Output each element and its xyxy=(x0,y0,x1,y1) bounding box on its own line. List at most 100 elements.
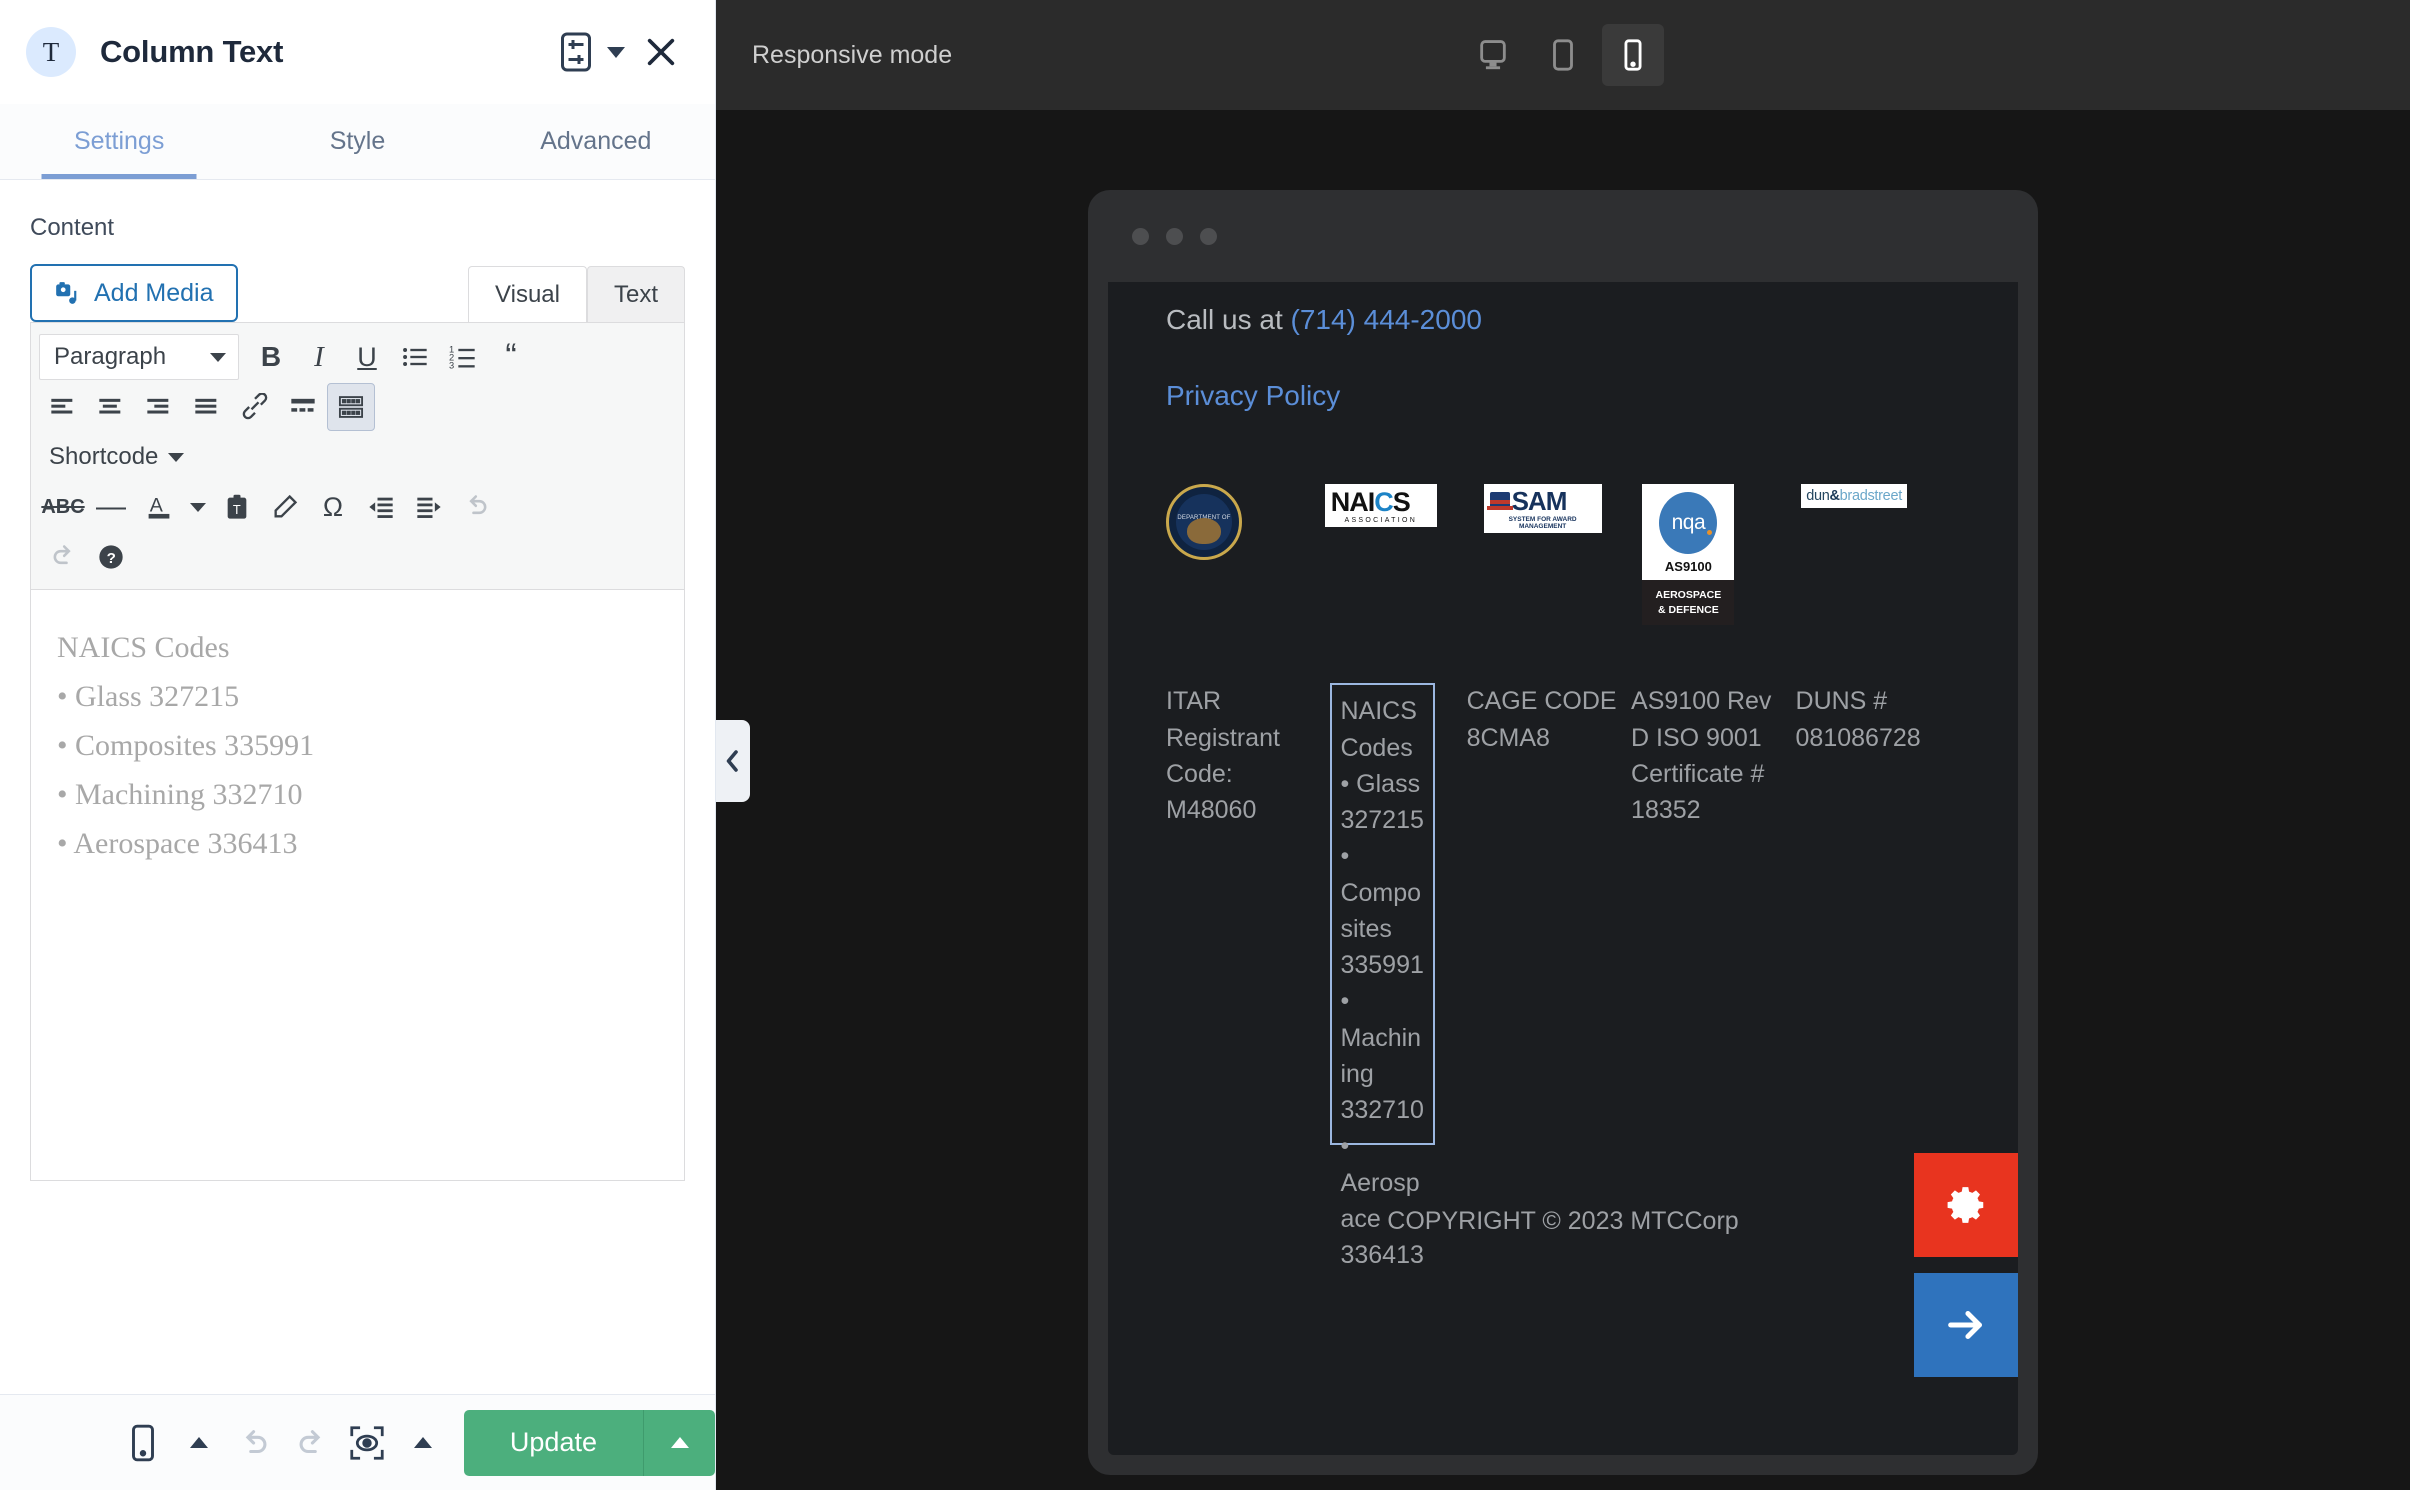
next-arrow-fab[interactable] xyxy=(1914,1273,2018,1377)
window-dot xyxy=(1132,227,1149,245)
naics-column[interactable]: NAICS Codes • Glass 327215 • Composites … xyxy=(1330,683,1435,1269)
close-icon[interactable] xyxy=(633,29,689,75)
panel-header: T Column Text xyxy=(0,0,715,104)
numbered-list-icon[interactable]: 123 xyxy=(439,333,487,381)
sam-wordmark: SAM xyxy=(1511,486,1568,516)
editor-list-item: • Glass 327215 xyxy=(57,679,240,713)
bold-icon[interactable]: B xyxy=(247,333,295,381)
site-viewport[interactable]: ​ Call us at (714) 444-2000 Privacy Poli… xyxy=(1108,282,2018,1455)
responsive-mode-bar: Responsive mode xyxy=(716,0,2410,110)
editor-list-item: • Machining 332710 xyxy=(57,777,303,811)
naics-wordmark: NAICS xyxy=(1330,487,1411,517)
logo-cell: dun&bradstreet xyxy=(1801,484,1960,508)
toolbar-row-2 xyxy=(39,383,676,431)
footer-columns: ITAR Registrant Code: M48060 NAICS Codes… xyxy=(1166,683,1960,1269)
paste-as-text-icon[interactable]: T xyxy=(213,483,261,531)
copyright-text: COPYRIGHT © 2023 MTCCorp xyxy=(1387,1207,1739,1236)
keyboard-shortcuts-icon[interactable]: ? xyxy=(87,533,135,581)
paragraph-format-select[interactable]: Paragraph xyxy=(39,334,239,380)
horizontal-rule-icon[interactable]: — xyxy=(87,483,135,531)
sam-sub: SYSTEM FOR AWARD MANAGEMENT xyxy=(1508,516,1577,530)
tab-advanced[interactable]: Advanced xyxy=(477,104,715,179)
editor-content-area[interactable]: NAICS Codes • Glass 327215 • Composites … xyxy=(31,590,684,1180)
window-dot xyxy=(1166,227,1183,245)
call-us-line: Call us at (714) 444-2000 xyxy=(1166,282,1960,336)
editor-list-item: • Aerospace 336413 xyxy=(57,826,298,860)
text-color-chevron-icon[interactable] xyxy=(183,483,213,531)
media-row: Add Media Visual Text xyxy=(30,264,685,322)
redo-icon[interactable] xyxy=(286,1415,336,1471)
text-color-icon[interactable]: A xyxy=(135,483,183,531)
nqa-sector-line2: & DEFENCE xyxy=(1658,603,1719,616)
device-frame: ​ Call us at (714) 444-2000 Privacy Poli… xyxy=(1088,190,2038,1475)
undo-icon[interactable] xyxy=(230,1415,280,1471)
toolbar-row-1: Paragraph B I U 123 “ xyxy=(39,333,676,381)
align-left-icon[interactable] xyxy=(39,383,87,431)
update-options-chevron-icon[interactable] xyxy=(643,1409,715,1476)
underline-icon[interactable]: U xyxy=(343,333,391,381)
svg-text:3: 3 xyxy=(449,361,454,371)
align-right-icon[interactable] xyxy=(135,383,183,431)
update-button[interactable]: Update xyxy=(463,1409,643,1476)
builder-app: T Column Text Settings Style Advanced Co… xyxy=(0,0,2410,1490)
panel-body: Content Add Media Visual Text Paragraph … xyxy=(0,180,715,1394)
text-type-icon: T xyxy=(42,36,60,67)
shortcode-select[interactable]: Shortcode xyxy=(39,433,194,481)
chevron-down-icon[interactable] xyxy=(599,32,633,72)
strikethrough-icon[interactable]: ABC xyxy=(39,483,87,531)
device-chevron-up-icon[interactable] xyxy=(174,1415,224,1471)
settings-gear-fab[interactable] xyxy=(1914,1153,2018,1257)
itar-column[interactable]: ITAR Registrant Code: M48060 xyxy=(1166,683,1330,1145)
mobile-icon[interactable] xyxy=(1602,24,1664,86)
outdent-icon[interactable] xyxy=(357,483,405,531)
panel-footer: Update xyxy=(0,1394,715,1490)
floating-action-buttons xyxy=(1914,1153,2018,1377)
arrow-right-icon xyxy=(1948,1311,1982,1339)
device-title-bar xyxy=(1088,190,2038,282)
duns-column[interactable]: DUNS # 081086728 xyxy=(1796,683,1960,1145)
wysiwyg-editor: Paragraph B I U 123 “ Shortcode ABC — A … xyxy=(30,322,685,1181)
phone-link[interactable]: (714) 444-2000 xyxy=(1291,304,1482,335)
privacy-policy-link[interactable]: Privacy Policy xyxy=(1166,380,1960,412)
as9100-column[interactable]: AS9100 Rev D ISO 9001 Certificate # 1835… xyxy=(1631,683,1795,1145)
certification-logos: DEPARTMENT OF STATE NAICS ASSOCIATION xyxy=(1166,484,1960,626)
shortcode-label: Shortcode xyxy=(49,443,159,470)
preview-eye-icon[interactable] xyxy=(342,1415,392,1471)
dnb-amp: & xyxy=(1829,488,1840,504)
dnb-part2: bradstreet xyxy=(1839,488,1903,504)
undo-icon[interactable] xyxy=(453,483,501,531)
align-justify-icon[interactable] xyxy=(183,383,231,431)
cage-column[interactable]: CAGE CODE 8CMA8 xyxy=(1467,683,1631,1145)
logo-cell: SAM SYSTEM FOR AWARD MANAGEMENT xyxy=(1483,484,1643,533)
preset-settings-icon[interactable] xyxy=(553,29,599,75)
tab-settings[interactable]: Settings xyxy=(0,104,238,179)
toolbar-toggle-icon[interactable] xyxy=(327,383,375,431)
special-character-icon[interactable]: Ω xyxy=(309,483,357,531)
indent-icon[interactable] xyxy=(405,483,453,531)
add-media-button[interactable]: Add Media xyxy=(30,264,238,322)
tablet-icon[interactable] xyxy=(1532,24,1594,86)
tab-visual[interactable]: Visual xyxy=(468,265,587,322)
mobile-icon[interactable] xyxy=(118,1415,168,1471)
naics-association-logo-icon: NAICS ASSOCIATION xyxy=(1324,484,1437,527)
naics-sub: ASSOCIATION xyxy=(1344,517,1418,524)
toolbar-row-4: ? xyxy=(39,533,676,581)
link-icon[interactable] xyxy=(231,383,279,431)
logo-cell: NAICS ASSOCIATION xyxy=(1324,484,1484,527)
preview-chevron-up-icon[interactable] xyxy=(398,1415,448,1471)
collapse-panel-handle[interactable] xyxy=(716,720,750,802)
tab-style[interactable]: Style xyxy=(238,104,476,179)
tab-text[interactable]: Text xyxy=(586,265,685,322)
bullet-list-icon[interactable] xyxy=(391,333,439,381)
clear-formatting-icon[interactable] xyxy=(261,483,309,531)
align-center-icon[interactable] xyxy=(87,383,135,431)
italic-icon[interactable]: I xyxy=(295,333,343,381)
svg-text:T: T xyxy=(233,502,241,517)
read-more-icon[interactable] xyxy=(279,383,327,431)
preview-stage: ​ Call us at (714) 444-2000 Privacy Poli… xyxy=(716,110,2410,1490)
redo-icon[interactable] xyxy=(39,533,87,581)
blockquote-icon[interactable]: “ xyxy=(487,333,535,381)
panel-tabs: Settings Style Advanced xyxy=(0,104,715,180)
desktop-icon[interactable] xyxy=(1462,24,1524,86)
svg-text:?: ? xyxy=(107,550,116,567)
